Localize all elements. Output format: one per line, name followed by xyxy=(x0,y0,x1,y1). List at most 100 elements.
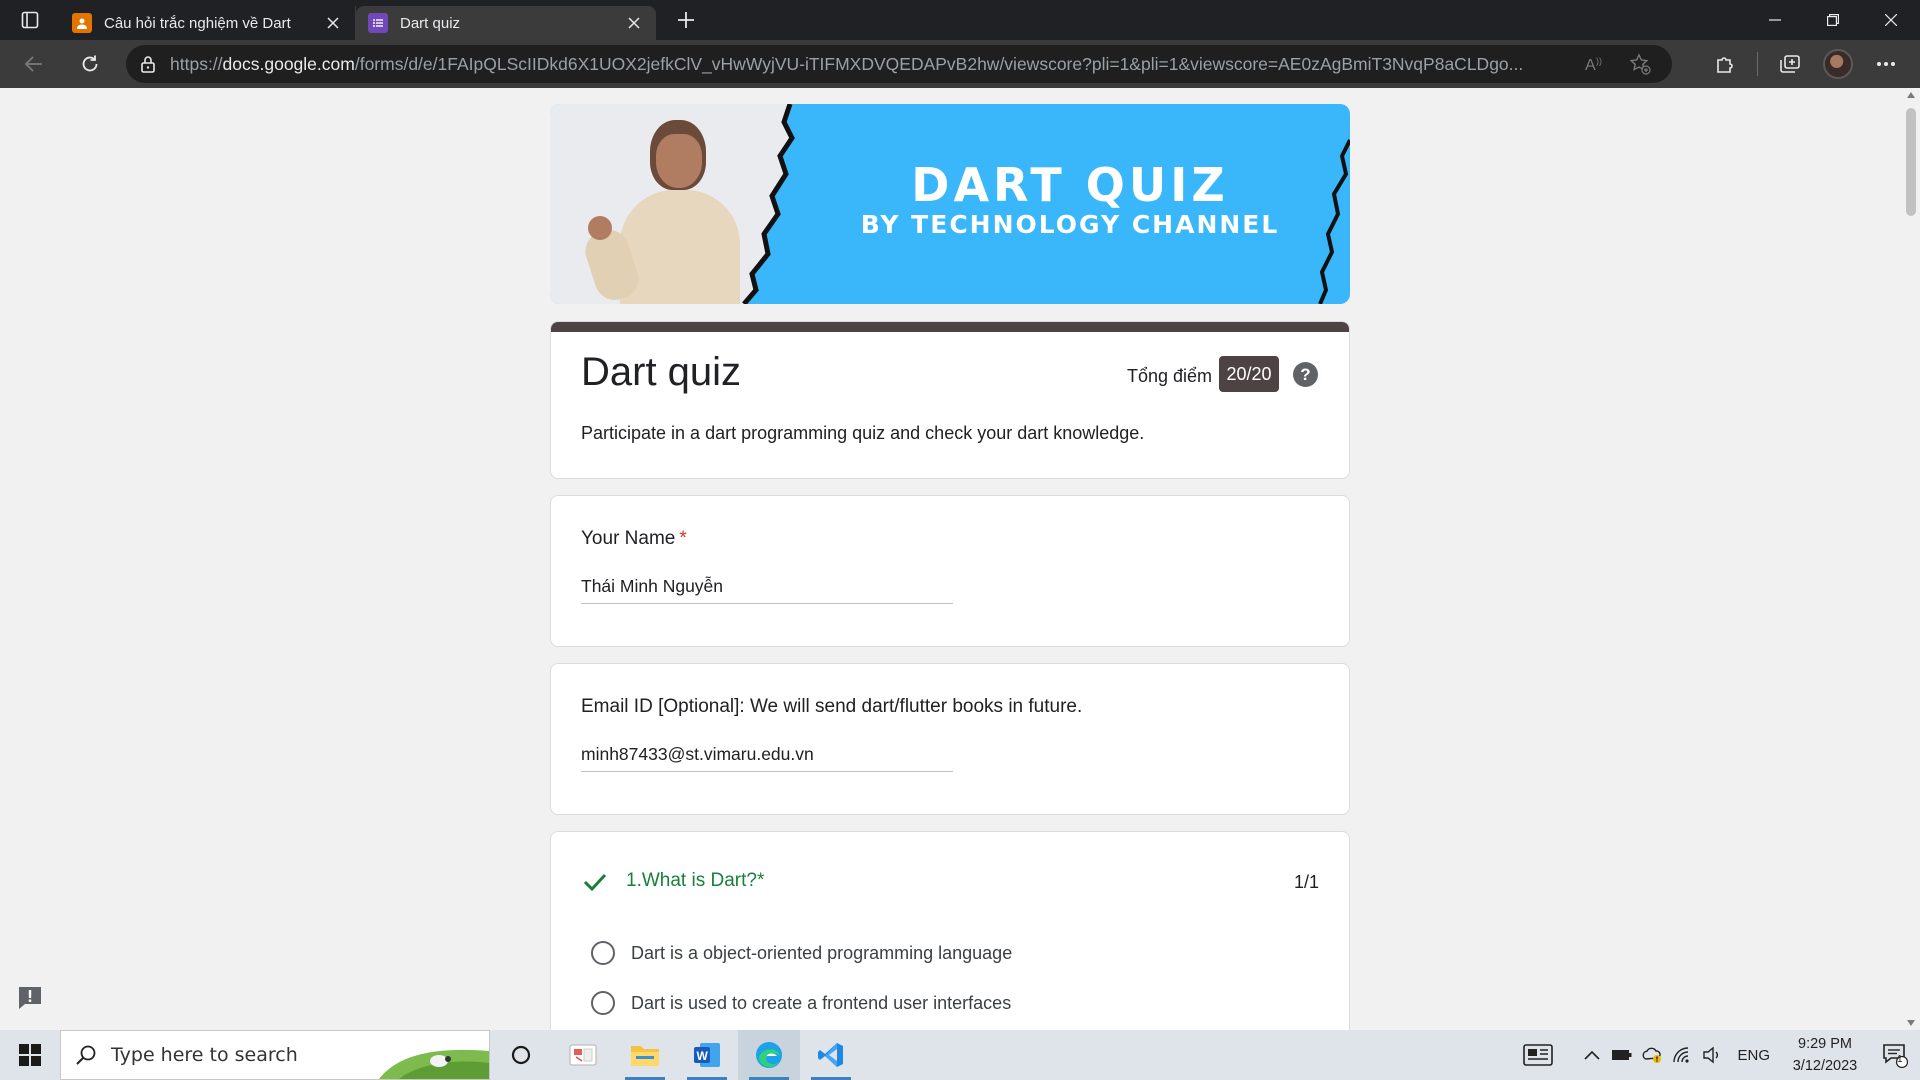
read-aloud-icon: A)) xyxy=(1585,56,1602,73)
page-viewport: DART QUIZ BY TECHNOLOGY CHANNEL Dart qui… xyxy=(0,88,1902,1030)
taskbar-app-word[interactable]: W xyxy=(676,1030,738,1080)
toolbar-right xyxy=(1701,40,1920,88)
extensions-button[interactable] xyxy=(1701,44,1749,84)
search-icon xyxy=(76,1045,96,1065)
tab-actions-icon xyxy=(21,11,39,29)
taskbar-clock[interactable]: 9:29 PM 3/12/2023 xyxy=(1780,1033,1870,1077)
notification-icon xyxy=(1883,1044,1908,1068)
taskbar-app-vscode[interactable] xyxy=(800,1030,862,1080)
quiz-question-card: 1.What is Dart?* 1/1 Dart is a object-or… xyxy=(550,831,1350,1030)
required-asterisk: * xyxy=(679,528,687,549)
cortana-circle-icon xyxy=(511,1045,531,1065)
scroll-down-icon[interactable] xyxy=(1907,1020,1915,1026)
cloud-warning-icon xyxy=(1643,1047,1662,1063)
tab-title: Câu hỏi trắc nghiệm về Dart xyxy=(104,14,291,32)
refresh-button[interactable] xyxy=(66,44,114,84)
url-text[interactable]: https://docs.google.com/forms/d/e/1FAIpQ… xyxy=(170,54,1578,75)
name-answer: Thái Minh Nguyễn xyxy=(581,576,953,604)
network-status[interactable] xyxy=(1667,1030,1697,1080)
help-icon[interactable]: ? xyxy=(1293,362,1318,387)
volume-status[interactable] xyxy=(1697,1030,1727,1080)
close-window-button[interactable] xyxy=(1862,0,1920,40)
puzzle-icon xyxy=(1717,57,1733,73)
start-button[interactable] xyxy=(0,1030,60,1080)
taskbar-app-snipping-tool[interactable] xyxy=(552,1030,614,1080)
banner-subtitle: BY TECHNOLOGY CHANNEL xyxy=(860,210,1280,239)
system-tray: ENG 9:29 PM 3/12/2023 1 xyxy=(1513,1030,1920,1080)
input-language[interactable]: ENG xyxy=(1737,1047,1770,1064)
scroll-up-icon[interactable] xyxy=(1907,92,1915,98)
tab-actions-button[interactable] xyxy=(0,0,60,40)
battery-status[interactable] xyxy=(1607,1030,1637,1080)
profile-button[interactable] xyxy=(1814,44,1862,84)
question-card-name: Your Name * Thái Minh Nguyễn xyxy=(550,495,1350,647)
avatar xyxy=(1823,49,1853,79)
restore-button[interactable] xyxy=(1804,0,1862,40)
question-card-email: Email ID [Optional]: We will send dart/f… xyxy=(550,663,1350,815)
page-title: Dart quiz xyxy=(581,350,742,394)
taskbar-app-file-explorer[interactable] xyxy=(614,1030,676,1080)
svg-text:)): )) xyxy=(1596,56,1602,66)
question-points: 1/1 xyxy=(1293,872,1319,892)
clock-time: 9:29 PM xyxy=(1798,1036,1852,1052)
person-fist xyxy=(588,216,612,240)
total-score-label: Tổng điểm xyxy=(1127,366,1213,386)
word-icon: W xyxy=(694,1043,720,1067)
minimize-button[interactable] xyxy=(1746,0,1804,40)
taskbar-app-edge[interactable] xyxy=(738,1030,800,1080)
question-title: Your Name * xyxy=(581,528,687,550)
report-feedback-icon[interactable] xyxy=(16,984,44,1012)
clock-date: 3/12/2023 xyxy=(1792,1058,1858,1074)
vscode-icon xyxy=(818,1043,843,1067)
question-title: Email ID [Optional]: We will send dart/f… xyxy=(581,696,1083,717)
refresh-icon xyxy=(82,55,98,72)
browser-toolbar: https://docs.google.com/forms/d/e/1FAIpQ… xyxy=(0,40,1920,88)
browser-tab-strip: Câu hỏi trắc nghiệm về Dart Dart quiz xyxy=(0,0,1920,40)
form-description: Participate in a dart programming quiz a… xyxy=(581,423,1145,443)
person-face xyxy=(656,134,702,188)
taskbar-search-box[interactable]: Type here to search xyxy=(60,1030,490,1080)
folder-icon xyxy=(631,1046,659,1066)
page-scrollbar[interactable] xyxy=(1902,88,1920,1030)
score-badge: 20/20 xyxy=(1219,356,1279,392)
answer-option: Dart is a object-oriented programming la… xyxy=(591,938,1012,968)
radio-button-icon xyxy=(591,991,615,1015)
settings-menu-button[interactable] xyxy=(1862,44,1910,84)
email-answer: minh87433@st.vimaru.edu.vn xyxy=(581,744,953,772)
battery-icon xyxy=(1612,1050,1632,1060)
back-button[interactable] xyxy=(10,44,58,84)
add-favorite-button[interactable] xyxy=(1622,46,1658,82)
header-banner: DART QUIZ BY TECHNOLOGY CHANNEL xyxy=(550,104,1350,304)
more-icon xyxy=(1877,62,1895,66)
onedrive-status[interactable] xyxy=(1637,1030,1667,1080)
url-path: /forms/d/e/1FAIpQLScIIDkd6X1UOX2jefkClV_… xyxy=(354,53,1524,74)
required-asterisk: * xyxy=(756,870,765,891)
restore-icon xyxy=(1827,14,1839,26)
task-view-button[interactable] xyxy=(490,1030,552,1080)
accent-bar xyxy=(551,322,1349,332)
scrollbar-thumb[interactable] xyxy=(1906,108,1916,216)
tab-classroom[interactable]: Câu hỏi trắc nghiệm về Dart xyxy=(60,6,356,40)
torn-edge-left xyxy=(742,104,796,304)
search-placeholder: Type here to search xyxy=(111,1044,298,1066)
taskbar-news-widget[interactable] xyxy=(1513,1030,1563,1080)
read-aloud-button[interactable]: A)) xyxy=(1578,46,1614,82)
new-tab-button[interactable] xyxy=(666,0,706,40)
star-add-icon xyxy=(1629,53,1651,75)
notification-center-button[interactable]: 1 xyxy=(1870,1030,1920,1080)
person-body xyxy=(620,190,740,304)
form-title-card: Dart quiz Tổng điểm 20/20 ? Participate … xyxy=(550,321,1350,479)
close-tab-icon[interactable] xyxy=(624,13,644,33)
close-icon xyxy=(1885,14,1897,26)
lock-icon[interactable] xyxy=(140,55,156,73)
collections-button[interactable] xyxy=(1766,44,1814,84)
banner-title: DART QUIZ xyxy=(911,158,1229,212)
close-tab-icon[interactable] xyxy=(323,13,343,33)
tab-dart-quiz[interactable]: Dart quiz xyxy=(356,6,656,40)
banner-headline: DART QUIZ BY TECHNOLOGY CHANNEL xyxy=(820,160,1320,240)
address-bar[interactable]: https://docs.google.com/forms/d/e/1FAIpQ… xyxy=(126,45,1672,83)
show-hidden-icons-button[interactable] xyxy=(1577,1030,1607,1080)
window-controls xyxy=(1746,0,1920,40)
minimize-icon xyxy=(1769,19,1781,21)
answer-option: Dart is used to create a frontend user i… xyxy=(591,988,1011,1018)
